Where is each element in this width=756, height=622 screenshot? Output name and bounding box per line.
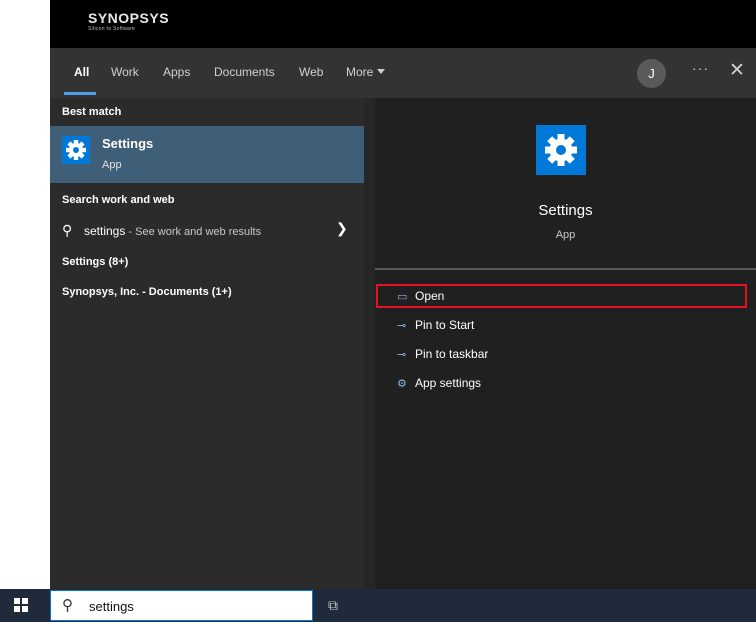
- synopsys-logo: SYNOPSYS Silicon to Software: [88, 10, 169, 32]
- taskbar: ⚲ settings ⧉: [0, 589, 756, 622]
- close-icon[interactable]: ✕: [729, 59, 745, 82]
- tab-web[interactable]: Web: [299, 65, 323, 79]
- app-subtitle: App: [555, 229, 576, 241]
- active-tab-indicator: [64, 92, 96, 95]
- best-match-subtitle: App: [102, 159, 122, 171]
- documents-group[interactable]: Synopsys, Inc. - Documents (1+): [62, 286, 232, 298]
- pin-to-taskbar-action[interactable]: ⊸ Pin to taskbar: [397, 347, 488, 361]
- app-settings-label: App settings: [415, 376, 482, 390]
- tab-all[interactable]: All: [74, 65, 89, 79]
- pin-icon: ⊸: [397, 349, 407, 361]
- tab-more-label: More: [346, 65, 374, 79]
- best-match-item[interactable]: Settings App: [50, 126, 364, 183]
- chevron-down-icon: [377, 69, 386, 74]
- taskbar-search-box[interactable]: ⚲ settings: [50, 590, 313, 621]
- chevron-right-icon[interactable]: ❯: [336, 220, 348, 237]
- divider: [375, 268, 756, 270]
- tab-documents[interactable]: Documents: [214, 65, 275, 79]
- best-match-title: Settings: [102, 136, 154, 151]
- brand-banner: SYNOPSYS Silicon to Software: [50, 0, 756, 48]
- search-tabs: All Work Apps Documents Web More J ··· ✕: [50, 48, 756, 98]
- pin-icon: ⊸: [397, 320, 407, 332]
- web-search-query: settings: [84, 224, 126, 238]
- results-list: Best match Settings App Search work and …: [50, 98, 364, 589]
- app-title: Settings: [538, 202, 593, 219]
- search-web-heading: Search work and web: [62, 194, 175, 206]
- windows-start-icon[interactable]: [14, 598, 28, 612]
- search-icon: ⚲: [62, 597, 73, 614]
- settings-group[interactable]: Settings (8+): [62, 256, 128, 268]
- account-avatar[interactable]: J: [637, 59, 666, 88]
- best-match-heading: Best match: [62, 106, 122, 118]
- detail-pane: Settings App ▭ Open ⊸ Pin to Start ⊸ Pin to…: [375, 98, 756, 589]
- ellipsis-icon[interactable]: ···: [692, 60, 709, 76]
- logo-tagline: Silicon to Software: [88, 26, 136, 32]
- logo-wordmark: SYNOPSYS: [88, 10, 170, 26]
- task-view-icon[interactable]: ⧉: [328, 597, 338, 614]
- open-highlight-box: [376, 284, 747, 308]
- pin-to-start-action[interactable]: ⊸ Pin to Start: [397, 318, 474, 332]
- app-settings-action[interactable]: ⚙ App settings: [397, 376, 481, 390]
- tab-more[interactable]: More: [346, 65, 386, 79]
- tab-apps[interactable]: Apps: [163, 65, 190, 79]
- gear-icon: [536, 125, 586, 175]
- pin-to-taskbar-label: Pin to taskbar: [415, 347, 489, 361]
- search-icon: ⚲: [62, 222, 73, 238]
- web-search-result[interactable]: ⚲ settings - See work and web results: [62, 222, 261, 239]
- taskbar-search-input[interactable]: settings: [89, 599, 134, 614]
- gear-icon: ⚙: [397, 378, 407, 390]
- web-search-hint: - See work and web results: [125, 226, 262, 238]
- tab-work[interactable]: Work: [111, 65, 139, 79]
- gear-icon: [62, 136, 90, 164]
- pin-to-start-label: Pin to Start: [415, 318, 475, 332]
